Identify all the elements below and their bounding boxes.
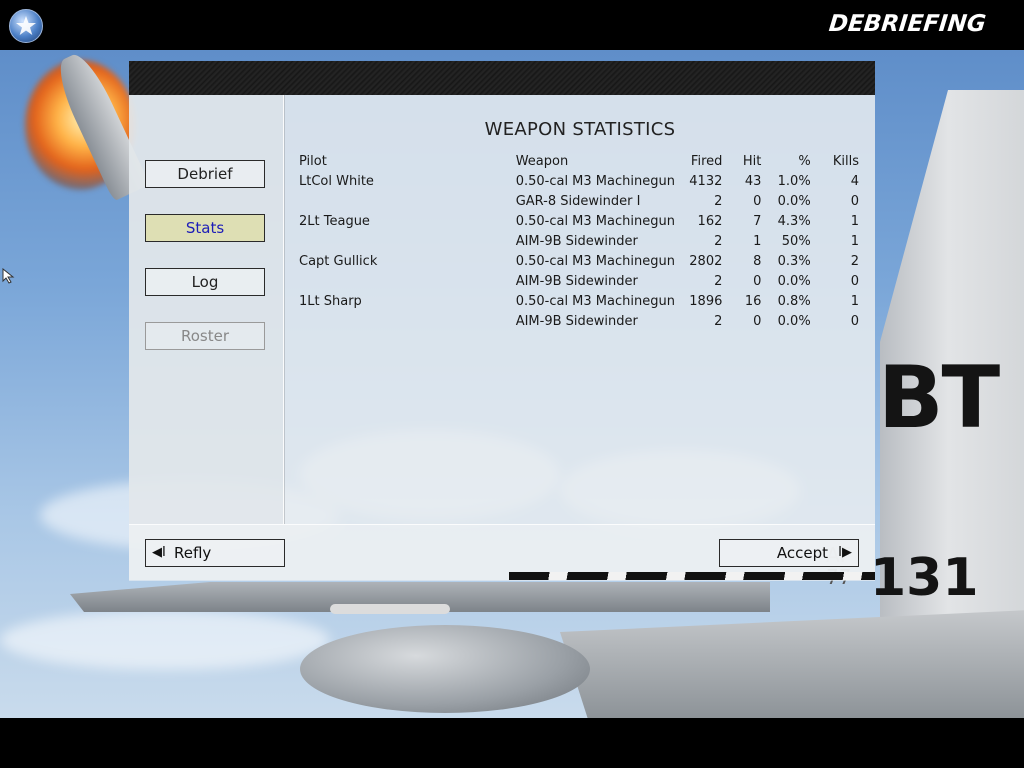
bottom-bar [0, 718, 1024, 768]
table-row: 1Lt Sharp 0.50-cal M3 Machinegun 1896 16… [299, 291, 859, 311]
forward-arrow-icon: I▶ [838, 545, 852, 560]
panel-body: Debrief Stats Log Roster WEAPON STATISTI… [129, 95, 875, 581]
accept-label: Accept [776, 544, 828, 562]
stats-content: WEAPON STATISTICS Pilot Weapon Fired Hit… [285, 95, 875, 524]
cell-kills: 1 [850, 293, 859, 309]
cell-weapon: AIM-9B Sidewinder [515, 233, 638, 249]
cell-fired: 2 [714, 193, 723, 209]
cell-weapon: AIM-9B Sidewinder [515, 273, 638, 289]
refly-label: Refly [174, 544, 212, 562]
column-header-fired: Fired [690, 153, 723, 169]
table-row: GAR-8 Sidewinder I 2 0 0.0% 0 [299, 191, 859, 211]
cell-pilot [299, 191, 516, 211]
refly-button[interactable]: ◀I Refly [145, 539, 285, 567]
debrief-button[interactable]: Debrief [145, 160, 265, 188]
cell-pilot: LtCol White [299, 173, 374, 189]
cell-pilot [299, 231, 516, 251]
cell-kills: 2 [850, 253, 859, 269]
cell-fired: 1896 [689, 293, 723, 309]
cell-hit: 0 [753, 273, 762, 289]
table-row: 2Lt Teague 0.50-cal M3 Machinegun 162 7 … [299, 211, 859, 231]
cell-hit: 0 [753, 313, 762, 329]
cell-kills: 4 [850, 173, 859, 189]
tail-number: 131 [870, 548, 979, 608]
sidebar: Debrief Stats Log Roster [129, 95, 284, 524]
cell-fired: 2 [714, 233, 723, 249]
cell-fired: 2 [714, 273, 723, 289]
cell-kills: 1 [850, 233, 859, 249]
cell-weapon: 0.50-cal M3 Machinegun [515, 173, 675, 189]
cell-hit: 1 [753, 233, 762, 249]
cell-pilot: 2Lt Teague [299, 213, 370, 229]
accept-button[interactable]: Accept I▶ [719, 539, 859, 567]
tail-code: BT [878, 348, 1000, 448]
cell-kills: 0 [850, 273, 859, 289]
cell-percent: 1.0% [777, 173, 811, 189]
cell-pilot [299, 271, 516, 291]
back-arrow-icon: ◀I [152, 545, 166, 560]
drop-tank [300, 625, 590, 713]
cell-percent: 50% [781, 233, 811, 249]
cell-pilot: 1Lt Sharp [299, 293, 362, 309]
missile [330, 604, 450, 614]
top-bar: DEBRIEFING [0, 0, 1024, 50]
column-header-pilot: Pilot [299, 153, 327, 169]
column-header-weapon: Weapon [515, 153, 569, 169]
stats-button[interactable]: Stats [145, 214, 265, 242]
cell-fired: 2802 [689, 253, 723, 269]
log-button[interactable]: Log [145, 268, 265, 296]
panel-header [129, 61, 875, 95]
cell-percent: 0.0% [777, 273, 811, 289]
table-row: LtCol White 0.50-cal M3 Machinegun 4132 … [299, 171, 859, 191]
cell-weapon: AIM-9B Sidewinder [515, 313, 638, 329]
cell-hit: 7 [753, 213, 762, 229]
cell-hit: 8 [753, 253, 762, 269]
table-row: AIM-9B Sidewinder 2 0 0.0% 0 [299, 311, 859, 331]
cell-hit: 43 [744, 173, 762, 189]
cell-hit: 16 [744, 293, 762, 309]
weapon-stats-table: Pilot Weapon Fired Hit % Kills LtCol Whi… [299, 151, 859, 331]
cell-kills: 0 [850, 313, 859, 329]
screen-title: DEBRIEFING [827, 11, 988, 37]
table-header-row: Pilot Weapon Fired Hit % Kills [299, 151, 859, 171]
debriefing-screen: BT AF 77 131 DEBRIEFING Debrief Stats Lo… [0, 0, 1024, 768]
mouse-cursor-icon [2, 267, 16, 288]
cell-fired: 2 [714, 313, 723, 329]
cell-hit: 0 [753, 193, 762, 209]
aircraft-fuselage [560, 610, 1024, 718]
debrief-panel: Debrief Stats Log Roster WEAPON STATISTI… [129, 61, 875, 581]
cell-weapon: 0.50-cal M3 Machinegun [515, 253, 675, 269]
cell-percent: 0.3% [777, 253, 811, 269]
column-header-kills: Kills [832, 153, 859, 169]
table-row: AIM-9B Sidewinder 2 1 50% 1 [299, 231, 859, 251]
section-title: WEAPON STATISTICS [484, 119, 676, 140]
star-globe-icon [9, 9, 43, 43]
cell-fired: 162 [697, 213, 723, 229]
column-header-percent: % [798, 153, 811, 169]
cell-kills: 1 [850, 213, 859, 229]
cell-weapon: GAR-8 Sidewinder I [515, 193, 641, 209]
cell-percent: 0.0% [777, 193, 811, 209]
cell-weapon: 0.50-cal M3 Machinegun [515, 293, 675, 309]
roster-button[interactable]: Roster [145, 322, 265, 350]
cell-kills: 0 [850, 193, 859, 209]
cell-percent: 0.0% [777, 313, 811, 329]
cell-weapon: 0.50-cal M3 Machinegun [515, 213, 675, 229]
table-row: AIM-9B Sidewinder 2 0 0.0% 0 [299, 271, 859, 291]
cell-pilot [299, 311, 516, 331]
column-header-hit: Hit [742, 153, 762, 169]
table-row: Capt Gullick 0.50-cal M3 Machinegun 2802… [299, 251, 859, 271]
cell-fired: 4132 [689, 173, 723, 189]
cell-percent: 4.3% [777, 213, 811, 229]
cell-pilot: Capt Gullick [299, 253, 378, 269]
hazard-stripe [509, 572, 875, 580]
cell-percent: 0.8% [777, 293, 811, 309]
